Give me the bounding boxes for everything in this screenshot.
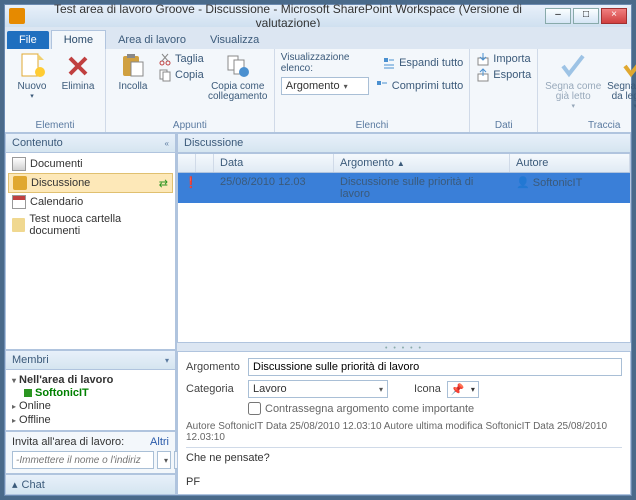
nuovo-button[interactable]: Nuovo▾ [11,52,53,102]
pin-icon: 📌 [451,383,465,396]
invite-label: Invita all'area di lavoro: [12,436,124,448]
col-flag[interactable] [178,154,196,172]
argomento-label: Argomento [186,361,242,373]
icona-label: Icona [414,383,441,395]
home-tab[interactable]: Home [51,30,106,49]
mark-unread-icon [621,52,636,80]
icona-picker[interactable]: 📌▾ [447,381,479,398]
discussion-row[interactable]: ❗ 25/08/2010 12.03 Discussione sulle pri… [178,173,630,203]
new-icon [18,52,46,80]
col-data[interactable]: Data [214,154,334,172]
member-user[interactable]: SoftonicIT [24,387,169,399]
titlebar: Test area di lavoro Groove - Discussione… [5,5,631,27]
list-body-empty [178,203,630,342]
close-button[interactable]: × [601,8,627,24]
window-controls: – □ × [545,8,627,24]
collapse-icon [375,79,389,93]
col-autore[interactable]: Autore [510,154,630,172]
collapse-icon: « [165,139,169,148]
sync-icon: ⇄ [159,177,168,190]
sort-asc-icon: ▲ [397,159,405,168]
delete-icon [64,52,92,80]
chevron-down-icon: ▾ [165,356,169,365]
paste-icon [119,52,147,80]
left-column: Contenuto« Documenti Discussione⇄ Calend… [5,133,177,495]
column-headers: Data Argomento▲ Autore [178,154,630,173]
nav-test-cartella[interactable]: Test nuoca cartella documenti [8,211,173,239]
discussion-list: Data Argomento▲ Autore ❗ 25/08/2010 12.0… [177,153,631,343]
col-attachment[interactable] [196,154,214,172]
membri-header[interactable]: Membri▾ [5,350,176,370]
segna-letto-button[interactable]: Segna come già letto▾ [544,52,602,112]
visualizza-tab[interactable]: Visualizza [198,31,271,49]
col-argomento[interactable]: Argomento▲ [334,154,510,172]
importante-label: Contrassegna argomento come importante [265,403,474,415]
area-lavoro-tab[interactable]: Area di lavoro [106,31,198,49]
chat-bar[interactable]: ▴Chat [5,474,176,495]
importante-checkbox[interactable] [248,402,261,415]
esporta-button[interactable]: Esporta [476,68,531,82]
right-column: Discussione Data Argomento▲ Autore ❗ 25/… [177,133,631,495]
espandi-tutto-button[interactable]: Espandi tutto [382,56,463,70]
members-panel: ▾Nell'area di lavoro SoftonicIT ▸Online … [5,370,176,431]
message-body: Che ne pensate? PF [186,447,622,488]
nav-documenti[interactable]: Documenti [8,155,173,173]
copia-collegamento-button[interactable]: Copia come collegamento [208,52,268,102]
segna-leggere-button[interactable]: Segna come da leggere▾ [606,52,636,112]
categoria-label: Categoria [186,383,242,395]
detail-panel: Argomento Categoria Lavoro▾ Icona 📌▾ Con… [177,351,631,495]
chevron-up-icon: ▴ [12,478,18,491]
invite-dropdown[interactable]: ▾ [157,451,171,469]
group-appunti: Incolla Taglia Copia Copia come collegam… [106,49,275,132]
discussion-icon [13,176,27,190]
argomento-combo[interactable]: Argomento▾ [281,77,369,95]
argomento-field[interactable] [248,358,622,376]
copy-link-icon [224,52,252,80]
group-dati: Importa Esporta Dati [470,49,538,132]
documents-icon [12,157,26,171]
comprimi-tutto-button[interactable]: Comprimi tutto [375,79,464,93]
content-nav: Documenti Discussione⇄ Calendario Test n… [5,153,176,350]
window-title: Test area di lavoro Groove - Discussione… [31,2,545,30]
expand-icon [382,56,396,70]
maximize-button[interactable]: □ [573,8,599,24]
minimize-button[interactable]: – [545,8,571,24]
importa-button[interactable]: Importa [476,52,531,66]
nav-discussione[interactable]: Discussione⇄ [8,173,173,193]
cut-icon [158,52,172,66]
app-window: Test area di lavoro Groove - Discussione… [4,4,632,496]
group-traccia: Segna come già letto▾ Segna come da legg… [538,49,636,132]
members-online[interactable]: ▸Online [12,399,169,413]
nav-calendario[interactable]: Calendario [8,193,173,211]
copy-icon [158,68,172,82]
calendar-icon [12,195,26,209]
copia-button[interactable]: Copia [158,68,204,82]
mark-read-icon [559,52,587,80]
export-icon [476,68,490,82]
discussione-panel-header: Discussione [177,133,631,153]
app-icon [9,8,25,24]
ribbon-tabstrip: File Home Area di lavoro Visualizza [5,27,631,49]
categoria-combo[interactable]: Lavoro▾ [248,380,388,398]
ribbon: Nuovo▾ Elimina Elementi Incolla Taglia C… [5,49,631,133]
presence-icon [24,389,32,397]
import-icon [476,52,490,66]
contenuto-header[interactable]: Contenuto« [5,133,176,153]
members-in-area: ▾Nell'area di lavoro [12,373,169,387]
workarea: Contenuto« Documenti Discussione⇄ Calend… [5,133,631,495]
invite-input[interactable] [12,451,154,469]
incolla-button[interactable]: Incolla [112,52,154,92]
group-elenchi: Visualizzazione elenco: Espandi tutto Ar… [275,49,471,132]
taglia-button[interactable]: Taglia [158,52,204,66]
folder-icon [12,218,25,232]
invite-altri-link[interactable]: Altri [150,436,169,448]
file-tab[interactable]: File [7,31,49,49]
group-elementi: Nuovo▾ Elimina Elementi [5,49,106,132]
invite-panel: Invita all'area di lavoro:Altri ▾ Vai [5,431,176,474]
detail-meta: Autore SoftonicIT Data 25/08/2010 12.03:… [186,421,622,443]
members-offline[interactable]: ▸Offline [12,413,169,427]
elimina-button[interactable]: Elimina [57,52,99,92]
